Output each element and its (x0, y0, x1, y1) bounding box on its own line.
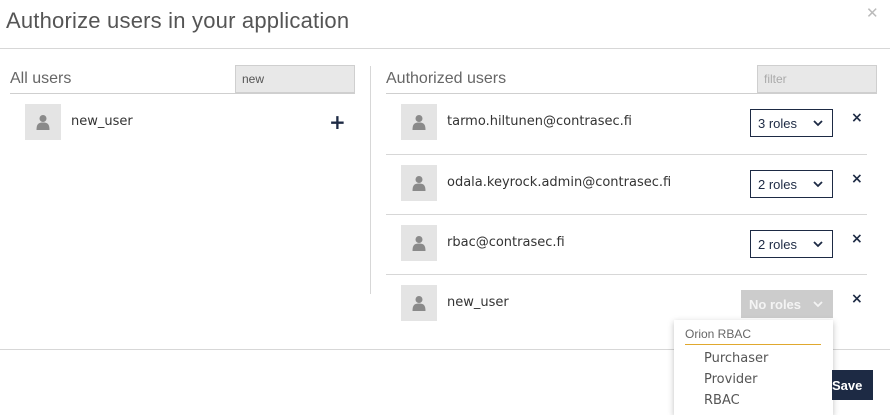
row-divider (386, 154, 867, 155)
add-user-button[interactable]: + (329, 112, 346, 132)
user-name: tarmo.hiltunen@contrasec.fi (447, 114, 632, 129)
column-divider (370, 66, 371, 294)
role-option-rbac[interactable]: RBAC (704, 393, 740, 408)
user-avatar-icon (401, 104, 437, 140)
user-name: rbac@contrasec.fi (447, 235, 565, 250)
roles-dropdown-button[interactable]: 3 roles (750, 109, 833, 137)
user-name: new_user (447, 295, 509, 310)
chevron-down-icon (813, 301, 823, 308)
roles-label: No roles (749, 296, 802, 312)
all-users-underline (10, 93, 355, 94)
chevron-down-icon (813, 120, 823, 127)
roles-label: 2 roles (758, 176, 798, 192)
user-avatar-icon (25, 104, 61, 140)
roles-label: 3 roles (758, 115, 798, 131)
remove-user-button[interactable]: × (851, 110, 863, 126)
remove-user-button[interactable]: × (851, 291, 863, 307)
roles-dropdown-button[interactable]: 2 roles (750, 230, 833, 258)
chevron-down-icon (813, 241, 823, 248)
role-option-provider[interactable]: Provider (704, 372, 758, 387)
user-avatar-icon (401, 285, 437, 321)
remove-user-button[interactable]: × (851, 171, 863, 187)
authorized-users-title: Authorized users (386, 70, 507, 87)
authorized-users-filter-input[interactable] (757, 65, 877, 93)
user-avatar-icon (401, 165, 437, 201)
authorize-users-modal: Authorize users in your application ✕ Al… (0, 0, 890, 415)
user-avatar-icon (401, 225, 437, 261)
dropdown-group-label: Orion RBAC (685, 327, 821, 345)
role-option-purchaser[interactable]: Purchaser (704, 351, 768, 366)
save-button[interactable]: Save (832, 370, 873, 400)
roles-dropdown-menu: Orion RBAC Purchaser Provider RBAC (674, 320, 833, 415)
all-users-title: All users (10, 70, 72, 87)
user-name: odala.keyrock.admin@contrasec.fi (447, 175, 672, 190)
close-icon[interactable]: ✕ (866, 4, 879, 22)
roles-dropdown-button[interactable]: No roles (741, 290, 833, 318)
user-name: new_user (71, 114, 133, 129)
authorized-users-underline (386, 93, 877, 94)
roles-dropdown-button[interactable]: 2 roles (750, 170, 833, 198)
row-divider (386, 214, 867, 215)
chevron-down-icon (813, 181, 823, 188)
row-divider (386, 274, 867, 275)
modal-title: Authorize users in your application (6, 8, 350, 33)
roles-label: 2 roles (758, 236, 798, 252)
remove-user-button[interactable]: × (851, 231, 863, 247)
all-users-search-input[interactable] (235, 65, 355, 93)
header-divider (0, 48, 890, 49)
